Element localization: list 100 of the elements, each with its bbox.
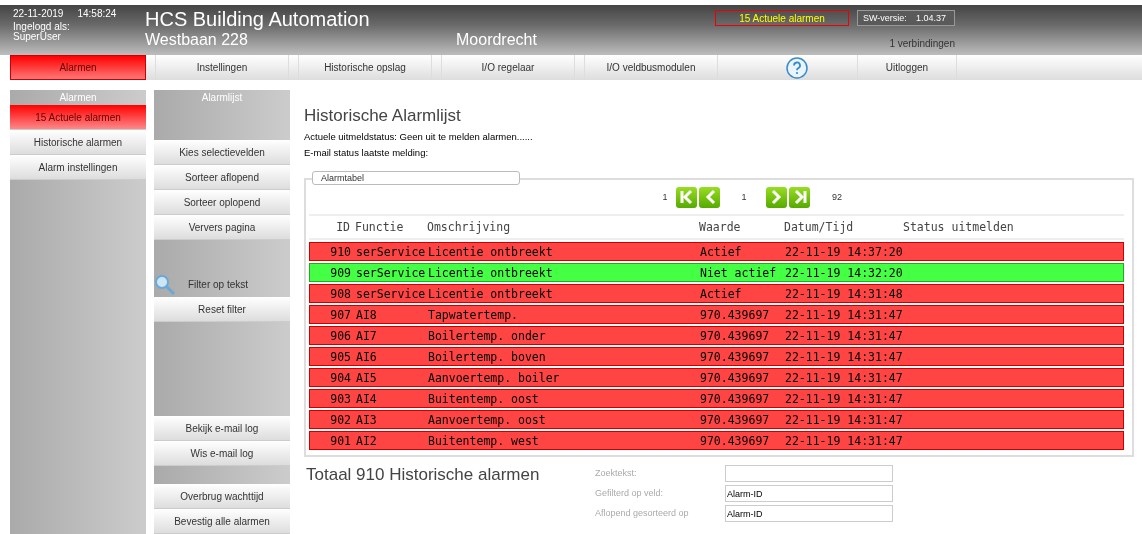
nav-tab[interactable]: I/O regelaar: [441, 55, 575, 80]
version-number: 1.04.37: [915, 13, 946, 23]
nav-tab[interactable]: I/O veldbusmodulen: [584, 55, 718, 80]
filter-label: Filter op tekst: [188, 279, 249, 290]
connections-count: 1 verbindingen: [889, 38, 955, 49]
table-cell-text: Boilertemp. boven: [428, 349, 547, 364]
table-cell: 22-11-19 14:31:47: [785, 349, 904, 364]
table-cell-text: 901: [329, 433, 352, 448]
table-cell-text: 909: [329, 265, 352, 280]
sidebar-item[interactable]: Historische alarmen: [10, 130, 146, 155]
table-cell: 22-11-19 14:31:47: [785, 433, 904, 448]
last-page-button[interactable]: [789, 186, 810, 208]
nav-tab[interactable]: Historische opslag: [298, 55, 432, 80]
table-cell-text: 903: [329, 391, 352, 406]
table-cell: 22-11-19 14:31:47: [785, 307, 904, 322]
table-cell-text: AI3: [356, 412, 378, 427]
action-button[interactable]: Ververs pagina: [154, 215, 290, 240]
table-cell-text: 970.439697: [700, 370, 771, 385]
table-cell-text: 970.439697: [700, 433, 771, 448]
sidebar-title: Alarmen: [58, 91, 98, 105]
alarm-row[interactable]: 909 serService Licentie ontbreekt Niet actief 22-11-19 14:32:20: [309, 263, 1124, 282]
table-cell-text: AI5: [356, 370, 378, 385]
nav-tab[interactable]: Instellingen: [155, 55, 289, 80]
next-page-button[interactable]: [766, 186, 787, 208]
alarm-row[interactable]: 905 AI6 Boilertemp. boven 970.439697 22-11-19 14:31:47: [309, 347, 1124, 366]
alarm-row[interactable]: 907 AI8 Tapwatertemp. 970.439697 22-11-19 14:31:47: [309, 305, 1124, 324]
page-title: Historische Alarmlijst: [304, 106, 462, 126]
column-header: ID: [335, 220, 351, 234]
alarm-row[interactable]: 903 AI4 Buitentemp. oost 970.439697 22-11-19 14:31:47: [309, 389, 1124, 408]
action-button[interactable]: Kies selectievelden: [154, 140, 290, 165]
version-label: SW-versie:: [863, 13, 907, 23]
alarm-row[interactable]: 906 AI7 Boilertemp. onder 970.439697 22-11-19 14:31:47: [309, 326, 1124, 345]
column-header: Omschrijving: [427, 220, 512, 234]
table-cell-text: Buitentemp. oost: [428, 391, 540, 406]
alarm-row[interactable]: 904 AI5 Aanvoertemp. boiler 970.439697 22-11-19 14:31:47: [309, 368, 1124, 387]
field-label: Aflopend gesorteerd op: [595, 507, 690, 520]
first-page-number: 1: [661, 192, 669, 202]
table-cell: 22-11-19 14:31:47: [785, 370, 904, 385]
table-cell: 22-11-19 14:31:47: [785, 412, 904, 427]
action-button[interactable]: Bevestig alle alarmen: [154, 509, 290, 534]
alarm-row[interactable]: 901 AI2 Buitentemp. west 970.439697 22-11-19 14:31:47: [309, 431, 1124, 450]
column-header: Waarde: [699, 220, 742, 234]
input-field[interactable]: [725, 465, 893, 482]
city: Moordrecht: [456, 30, 537, 50]
table-cell-text: Buitentemp. west: [428, 433, 540, 448]
action-button[interactable]: Overbrug wachttijd: [154, 484, 290, 509]
action-button[interactable]: Reset filter: [154, 297, 290, 322]
table-cell-text: 907: [329, 307, 352, 322]
alarm-count-badge: 15 Actuele alarmen: [715, 10, 849, 26]
previous-page-button[interactable]: [699, 186, 720, 208]
table-legend: Alarmtabel: [312, 171, 520, 185]
table-cell: 22-11-19 14:32:20: [785, 265, 904, 280]
input-field[interactable]: Alarm-ID: [725, 505, 893, 522]
status-line: E-mail status laatste melding:: [304, 147, 430, 158]
table-cell-text: serService: [356, 286, 427, 301]
table-cell-text: 908: [329, 286, 352, 301]
status-line: Actuele uitmeldstatus: Geen uit te melden alarmen......: [304, 131, 534, 142]
table-cell-text: 970.439697: [700, 412, 771, 427]
nav-tab[interactable]: Uitloggen: [857, 55, 957, 80]
search-icon[interactable]: [154, 273, 176, 296]
total-count: Totaal 910 Historische alarmen: [306, 465, 541, 486]
alarm-row[interactable]: 908 serService Licentie ontbreekt Actief 22-11-19 14:31:48: [309, 284, 1124, 303]
table-cell-text: Boilertemp. onder: [428, 328, 547, 343]
alarm-row[interactable]: 902 AI3 Aanvoertemp. oost 970.439697 22-11-19 14:31:47: [309, 410, 1124, 429]
date: 22-11-2019: [13, 9, 64, 19]
input-field[interactable]: Alarm-ID: [725, 485, 893, 502]
action-button[interactable]: Wis e-mail log: [154, 441, 290, 466]
column-header: Status uitmelden: [903, 220, 1015, 234]
table-cell: 22-11-19 14:31:47: [785, 391, 904, 406]
table-cell: 22-11-19 14:31:47: [785, 328, 904, 343]
sidebar-item[interactable]: Alarm instellingen: [10, 155, 146, 180]
nav-tab[interactable]: Alarmen: [10, 55, 146, 80]
last-page-number: 92: [831, 192, 843, 202]
table-cell-text: 970.439697: [700, 349, 771, 364]
sidebar-item[interactable]: 15 Actuele alarmen: [10, 105, 146, 130]
column-header: Datum/Tijd: [784, 220, 855, 234]
panel-title: Alarmlijst: [200, 91, 244, 103]
login-label: Ingelogd als:: [13, 22, 71, 32]
table-cell-text: AI8: [356, 307, 378, 322]
table-cell-text: 904: [329, 370, 352, 385]
table-cell-text: 910: [329, 244, 352, 259]
app-title: HCS Building Automation: [145, 8, 371, 30]
table-cell-text: Licentie ontbreekt: [428, 265, 554, 280]
help-icon[interactable]: [786, 56, 808, 79]
current-page-number: 1: [740, 192, 748, 202]
table-cell-text: Licentie ontbreekt: [428, 244, 554, 259]
table-cell-text: Aanvoertemp. oost: [428, 412, 547, 427]
action-button[interactable]: Sorteer aflopend: [154, 165, 290, 190]
user-name: SuperUser: [13, 32, 62, 42]
alarm-row[interactable]: 910 serService Licentie ontbreekt Actief 22-11-19 14:37:20: [309, 242, 1124, 261]
action-button[interactable]: Sorteer oplopend: [154, 190, 290, 215]
table-cell-text: AI4: [356, 391, 378, 406]
table-cell-text: Aanvoertemp. boiler: [428, 370, 561, 385]
table-cell-text: AI6: [356, 349, 378, 364]
first-page-button[interactable]: [676, 186, 697, 208]
action-button[interactable]: Bekijk e-mail log: [154, 416, 290, 441]
time: 14:58:24: [77, 9, 117, 19]
table-cell-text: Niet actief: [700, 265, 778, 280]
table-cell-text: 906: [329, 328, 352, 343]
table-cell-text: 970.439697: [700, 307, 771, 322]
